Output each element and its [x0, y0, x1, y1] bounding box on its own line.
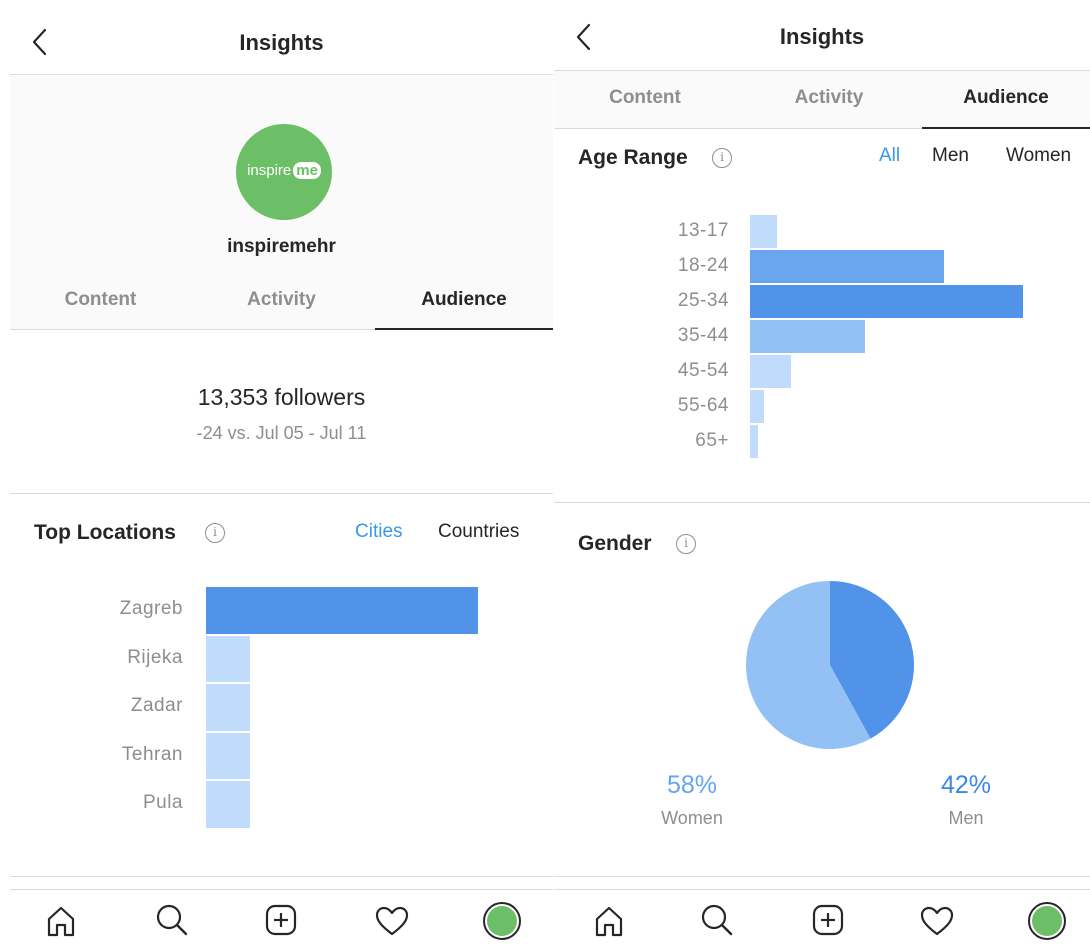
bottom-divider	[554, 876, 1090, 877]
tab-content[interactable]: Content	[554, 87, 736, 109]
tab-activity[interactable]: Activity	[191, 289, 372, 311]
top-locations-chart: Zagreb Rijeka Zadar Tehran Pula	[10, 586, 553, 836]
women-label: Women	[661, 808, 723, 828]
home-icon[interactable]	[46, 905, 76, 942]
logo-badge: me	[293, 162, 321, 179]
logo-text: inspire	[247, 162, 292, 179]
filter-all[interactable]: All	[879, 145, 900, 167]
bar	[750, 425, 759, 458]
men-label: Men	[948, 808, 984, 828]
bar-label: 18-24	[677, 254, 729, 276]
search-icon[interactable]	[155, 903, 189, 942]
bar	[206, 587, 478, 634]
bar	[206, 781, 250, 828]
bar-label: Zadar	[130, 695, 183, 717]
followers-change: -24 vs. Jul 05 - Jul 11	[196, 423, 367, 443]
top-locations-title: Top Locations	[34, 521, 176, 544]
profile-avatar-image	[1032, 906, 1062, 936]
bar-label: 65+	[695, 429, 729, 451]
bar-label: 35-44	[677, 324, 729, 346]
filter-countries[interactable]: Countries	[438, 521, 519, 543]
status-bar-area	[10, 0, 553, 10]
tab-active-indicator	[375, 328, 553, 330]
bar	[206, 732, 250, 779]
gender-title: Gender	[578, 532, 652, 555]
gender-pie-chart	[746, 581, 914, 749]
bar	[750, 320, 865, 353]
right-screen: Insights Content Activity Audience Age R…	[554, 0, 1090, 947]
profile-avatar-icon[interactable]	[1028, 902, 1066, 940]
home-icon[interactable]	[594, 905, 624, 942]
page-title: Insights	[779, 24, 865, 49]
men-percent: 42%	[940, 771, 992, 799]
new-post-icon[interactable]	[812, 904, 844, 941]
bar	[750, 250, 944, 283]
avatar[interactable]: inspire me	[236, 124, 332, 220]
filter-cities[interactable]: Cities	[355, 521, 403, 543]
username: inspiremehr	[227, 236, 336, 257]
bar-label: Zagreb	[119, 598, 183, 620]
bar	[750, 355, 791, 388]
tab-active-indicator	[922, 127, 1090, 129]
bar-label: Pula	[142, 792, 183, 814]
tab-activity[interactable]: Activity	[736, 87, 922, 109]
bar	[206, 635, 250, 682]
info-icon[interactable]: i	[676, 534, 696, 554]
info-icon[interactable]: i	[712, 148, 732, 168]
age-divider	[554, 502, 1090, 503]
bar	[206, 684, 250, 731]
bar	[750, 215, 778, 248]
nav-divider	[554, 889, 1090, 890]
filter-men[interactable]: Men	[932, 145, 969, 167]
bar	[750, 390, 764, 423]
activity-heart-icon[interactable]	[920, 906, 954, 941]
bar-label: Tehran	[121, 743, 183, 765]
filter-women[interactable]: Women	[1006, 145, 1071, 167]
followers-divider	[10, 493, 553, 494]
tab-content[interactable]: Content	[10, 289, 191, 311]
bar-label: Rijeka	[127, 646, 183, 668]
tab-audience[interactable]: Audience	[375, 289, 553, 311]
tab-audience[interactable]: Audience	[922, 87, 1090, 109]
women-percent: 58%	[666, 771, 718, 799]
search-icon[interactable]	[700, 903, 734, 942]
age-range-chart: 13-17 18-24 25-34 35-44 45-54 55-64 65+	[554, 214, 1090, 464]
activity-heart-icon[interactable]	[375, 906, 409, 941]
profile-avatar-icon[interactable]	[483, 902, 521, 940]
bar-label: 45-54	[677, 359, 729, 381]
bar-label: 55-64	[677, 394, 729, 416]
nav-divider	[10, 889, 553, 890]
bar-label: 25-34	[677, 289, 729, 311]
bottom-divider	[10, 876, 553, 877]
bar-label: 13-17	[677, 219, 729, 241]
bar	[750, 285, 1023, 318]
page-title: Insights	[239, 30, 324, 55]
logo-mark: inspire me	[236, 162, 332, 179]
profile-avatar-image	[487, 906, 517, 936]
new-post-icon[interactable]	[265, 904, 297, 941]
left-screen: Insights inspire me inspiremehr Content A…	[10, 0, 553, 947]
followers-count: 13,353 followers	[197, 384, 366, 410]
info-icon[interactable]: i	[205, 523, 225, 543]
age-range-title: Age Range	[578, 146, 688, 169]
